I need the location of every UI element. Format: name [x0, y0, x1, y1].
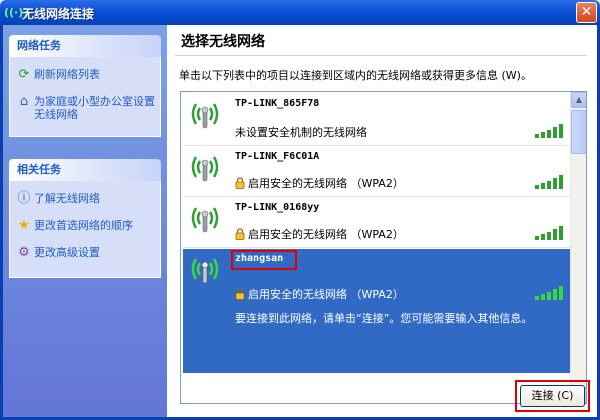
security-text: 未设置安全机制的无线网络: [235, 126, 367, 139]
scroll-up-button[interactable]: ▲: [571, 92, 586, 108]
signal-strength-icon: [535, 226, 563, 240]
network-name: TP-LINK_0168yy: [235, 202, 320, 213]
sidebar-item-label: 更改首选网络的顺序: [34, 219, 133, 232]
network-tasks-header[interactable]: 网络任务: [9, 35, 161, 57]
wireless-network-icon: [191, 103, 219, 129]
close-button[interactable]: ✕: [576, 2, 597, 23]
connect-instruction: 要连接到此网络，请单击“连接”。您可能需要输入其他信息。: [235, 312, 533, 325]
scroll-thumb[interactable]: [571, 110, 586, 154]
wireless-network-icon: [191, 207, 219, 233]
sidebar: 网络任务 ⟳ 刷新网络列表 ⌂ 为家庭或小型办公室设置无线网络 相关任务 ⓘ 了…: [3, 25, 167, 417]
divider: [175, 55, 587, 56]
page-title: 选择无线网络: [181, 34, 265, 50]
network-item[interactable]: TP-LINK_865F78 未设置安全机制的无线网络: [183, 94, 571, 146]
signal-strength-icon: [535, 124, 563, 138]
sidebar-item-label: 刷新网络列表: [34, 68, 100, 81]
setup-icon: ⌂: [19, 94, 29, 109]
network-security: 启用安全的无线网络 （WPA2）: [235, 286, 404, 302]
wireless-network-icon: [191, 258, 219, 284]
related-tasks-body: ⓘ 了解无线网络 ★ 更改首选网络的顺序 ⚙ 更改高级设置: [9, 181, 161, 278]
lock-icon: [235, 177, 245, 189]
security-text: 启用安全的无线网络 （WPA2）: [248, 228, 404, 241]
network-item-selected[interactable]: zhangsan 启用安全的无线网络 （WPA2） 要连接到此网络，请单击“连接…: [183, 249, 571, 373]
network-security: 启用安全的无线网络 （WPA2）: [235, 226, 404, 242]
sidebar-item-label: 为家庭或小型办公室设置无线网络: [34, 95, 155, 121]
refresh-icon: ⟳: [18, 67, 30, 82]
info-icon: ⓘ: [17, 191, 31, 206]
highlight-box: [231, 250, 297, 270]
sidebar-item-advanced[interactable]: ⚙ 更改高级设置: [14, 244, 156, 262]
sidebar-item-refresh[interactable]: ⟳ 刷新网络列表: [14, 66, 156, 84]
network-name: TP-LINK_865F78: [235, 98, 320, 109]
network-name: TP-LINK_F6C01A: [235, 151, 320, 162]
signal-strength-icon: [535, 286, 563, 300]
title-bar[interactable]: ((·)) 无线网络连接 ✕: [0, 0, 600, 25]
related-tasks-panel: 相关任务 ⓘ 了解无线网络 ★ 更改首选网络的顺序 ⚙ 更改高级设置: [9, 159, 161, 278]
network-item[interactable]: TP-LINK_0168yy 启用安全的无线网络 （WPA2）: [183, 198, 571, 248]
instruction-text: 单击以下列表中的项目以连接到区域内的无线网络或获得更多信息 (W)。: [179, 69, 532, 82]
related-tasks-header[interactable]: 相关任务: [9, 159, 161, 181]
security-text: 启用安全的无线网络 （WPA2）: [248, 177, 404, 190]
lock-icon: [235, 228, 245, 240]
sidebar-item-label: 了解无线网络: [34, 192, 100, 205]
security-text: 启用安全的无线网络 （WPA2）: [248, 288, 404, 301]
star-icon: ★: [18, 218, 30, 233]
connect-button[interactable]: 连接 (C): [520, 385, 585, 407]
network-item[interactable]: TP-LINK_F6C01A 启用安全的无线网络 （WPA2）: [183, 147, 571, 197]
sidebar-item-setup[interactable]: ⌂ 为家庭或小型办公室设置无线网络: [14, 93, 156, 121]
sidebar-item-learn[interactable]: ⓘ 了解无线网络: [14, 190, 156, 208]
network-list[interactable]: TP-LINK_865F78 未设置安全机制的无线网络 TP-LINK_F6C0…: [180, 91, 587, 404]
lock-icon: [235, 288, 245, 300]
network-tasks-panel: 网络任务 ⟳ 刷新网络列表 ⌂ 为家庭或小型办公室设置无线网络: [9, 35, 161, 137]
main-panel: 选择无线网络 单击以下列表中的项目以连接到区域内的无线网络或获得更多信息 (W)…: [167, 25, 597, 417]
network-tasks-body: ⟳ 刷新网络列表 ⌂ 为家庭或小型办公室设置无线网络: [9, 57, 161, 137]
scrollbar[interactable]: ▲ ▼: [570, 92, 586, 403]
sidebar-item-label: 更改高级设置: [34, 246, 100, 259]
signal-strength-icon: [535, 175, 563, 189]
sidebar-item-order[interactable]: ★ 更改首选网络的顺序: [14, 217, 156, 235]
wireless-icon: ((·)): [4, 6, 29, 19]
network-security: 未设置安全机制的无线网络: [235, 124, 367, 140]
window-title: 无线网络连接: [22, 7, 95, 21]
network-security: 启用安全的无线网络 （WPA2）: [235, 175, 404, 191]
settings-icon: ⚙: [18, 245, 30, 260]
wireless-network-icon: [191, 156, 219, 182]
